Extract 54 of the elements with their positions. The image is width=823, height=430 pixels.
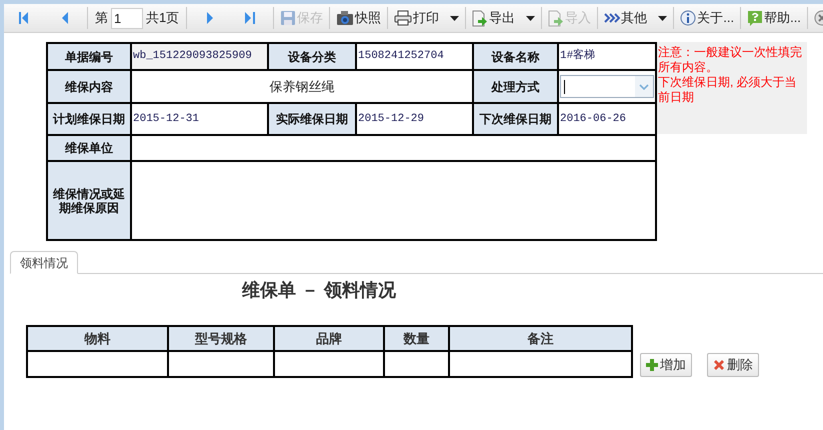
field-label: 单据编号 bbox=[47, 43, 131, 70]
camera-icon bbox=[336, 10, 354, 26]
field-label: 维保单位 bbox=[47, 135, 131, 161]
field-label: 设备名称 bbox=[473, 43, 558, 70]
toolbar-button[interactable]: 导出 bbox=[469, 6, 538, 30]
column-header: 物料 bbox=[27, 326, 168, 351]
field-label: 计划维保日期 bbox=[47, 103, 131, 135]
note-text: 注意：一般建议一次性填完所有内容。 bbox=[658, 45, 803, 75]
toolbar-button[interactable]: 打印 bbox=[391, 6, 462, 30]
column-header: 品牌 bbox=[274, 326, 384, 351]
triangle-icon bbox=[206, 12, 214, 24]
select-field[interactable] bbox=[560, 75, 654, 98]
plus-icon bbox=[646, 359, 658, 371]
toolbar-button[interactable]: 其他 bbox=[601, 6, 670, 30]
field-value[interactable]: 1#客梯 bbox=[558, 43, 656, 70]
printer-icon bbox=[394, 10, 412, 26]
note-text: 下次维保日期, 必须大于当前日期 bbox=[658, 75, 798, 105]
page-label: 第 bbox=[95, 9, 108, 28]
field-value[interactable]: 2015-12-31 bbox=[131, 103, 268, 135]
triangle-bar-icon bbox=[19, 12, 29, 24]
column-header: 备注 bbox=[449, 326, 632, 351]
field-value[interactable] bbox=[131, 161, 656, 240]
help-icon bbox=[747, 10, 764, 26]
toolbar-button[interactable]: 快照 bbox=[333, 6, 384, 30]
field-value[interactable]: wb_151229093825909 bbox=[131, 43, 268, 70]
triangle-icon bbox=[60, 12, 68, 24]
field-label: 维保情况或延期维保原因 bbox=[47, 161, 131, 240]
field-label: 实际维保日期 bbox=[268, 103, 356, 135]
info-icon bbox=[680, 10, 696, 26]
field-value[interactable]: 保养钢丝绳 bbox=[131, 70, 473, 103]
field-label: 设备分类 bbox=[268, 43, 356, 70]
document-arrow-icon bbox=[472, 10, 488, 26]
cross-icon bbox=[713, 359, 725, 371]
page-count: 共1页 bbox=[146, 9, 180, 28]
add-button[interactable]: 增加 bbox=[640, 353, 692, 377]
field-value[interactable] bbox=[131, 135, 656, 161]
field-label: 处理方式 bbox=[473, 70, 558, 103]
double-chevron-icon bbox=[604, 13, 620, 23]
column-header: 型号规格 bbox=[168, 326, 274, 351]
triangle-bar-icon bbox=[245, 12, 256, 24]
column-header: 数量 bbox=[384, 326, 449, 351]
field-value[interactable]: 1508241252704 bbox=[356, 43, 473, 70]
document-arrow-icon bbox=[548, 10, 564, 26]
page-input[interactable]: 1 bbox=[111, 8, 143, 28]
toolbar-button[interactable]: 帮助... bbox=[744, 6, 804, 30]
toolbar-button[interactable]: 关于... bbox=[677, 6, 738, 30]
delete-button[interactable]: 删除 bbox=[707, 353, 759, 377]
field-label: 维保内容 bbox=[47, 70, 131, 103]
section-title: 维保单 － 领料情况 bbox=[242, 279, 398, 302]
field-value[interactable]: 2016-06-26 bbox=[558, 103, 656, 135]
tab[interactable]: 领料情况 bbox=[10, 251, 78, 274]
caret-icon[interactable] bbox=[635, 76, 653, 97]
field-label: 下次维保日期 bbox=[473, 103, 558, 135]
field-value[interactable]: 2015-12-29 bbox=[356, 103, 473, 135]
